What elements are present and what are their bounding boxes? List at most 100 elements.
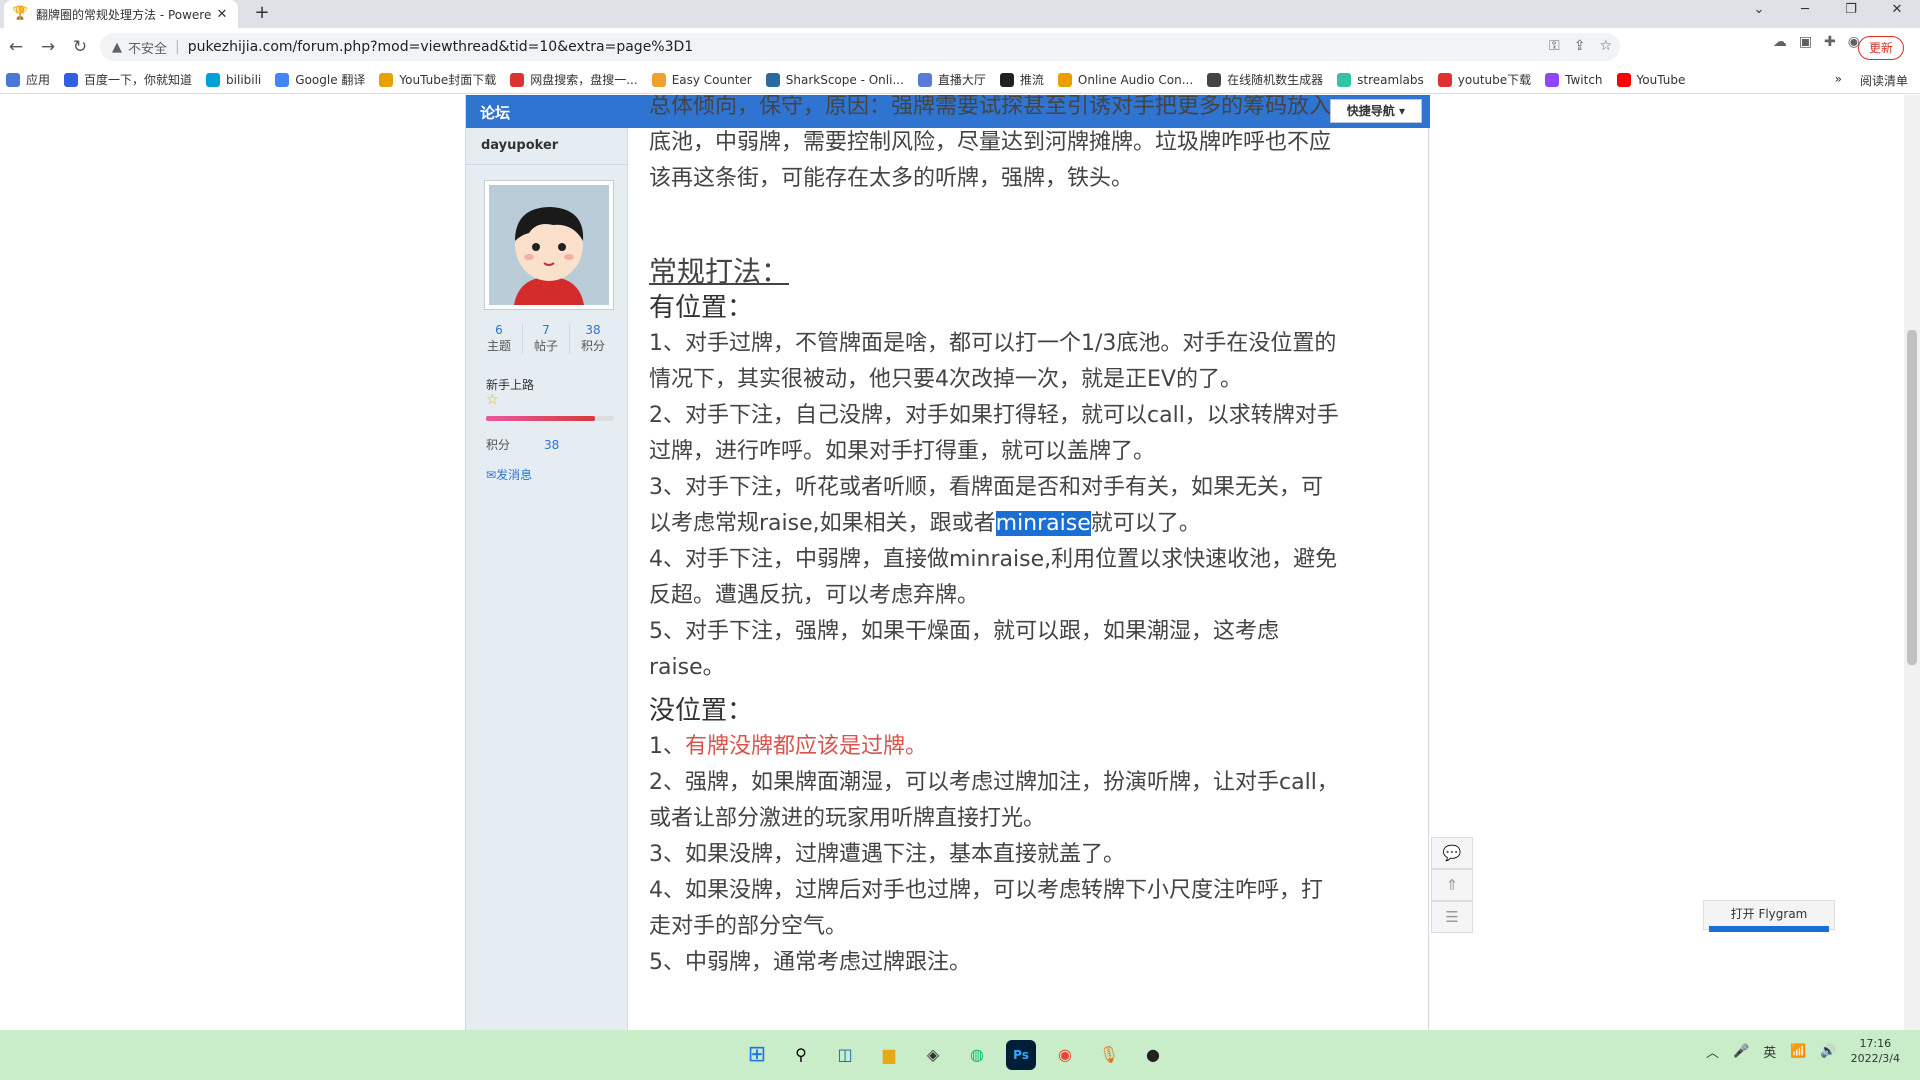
more-bookmarks-button[interactable]: » [1835, 72, 1842, 89]
clock[interactable]: 17:16 2022/3/4 [1851, 1036, 1900, 1066]
bookmark-item[interactable]: youtube下载 [1437, 71, 1532, 88]
page-scrollbar[interactable] [1904, 95, 1920, 1030]
subsection-heading: 没位置： [649, 696, 754, 726]
post-line: 2、强牌，如果牌面潮湿，可以考虑过牌加注，扮演听牌，让对手call， [649, 770, 1339, 795]
bookmark-item[interactable]: Easy Counter [651, 72, 752, 87]
send-message-label: 发消息 [496, 468, 533, 482]
reading-list-button[interactable]: 阅读清单 [1860, 72, 1908, 89]
bookmark-favicon-icon [1337, 72, 1352, 87]
selected-text[interactable]: minraise [995, 511, 1091, 536]
chevron-up-icon[interactable]: ︿ [1706, 1042, 1719, 1061]
post-line: 2、对手下注，自己没牌，对手如果打得轻，就可以call，以求转牌对手 [649, 403, 1339, 428]
photoshop-icon[interactable]: Ps [1006, 1040, 1036, 1070]
bookmark-favicon-icon [1057, 72, 1072, 87]
close-window-button[interactable]: ✕ [1874, 0, 1920, 28]
volume-icon[interactable]: 🔊 [1820, 1044, 1836, 1059]
trophy-icon: 🏆 [12, 6, 29, 21]
bookmark-label: streamlabs [1357, 72, 1424, 87]
avatar[interactable] [484, 180, 614, 310]
section-heading: 常规打法： [649, 255, 790, 288]
minimize-button[interactable]: ─ [1782, 0, 1828, 28]
close-tab-icon[interactable]: ✕ [214, 7, 230, 22]
bookmark-item[interactable]: SharkScope - Onli... [765, 72, 904, 87]
user-rank[interactable]: 新手上路 [486, 376, 534, 393]
text-span: 就可以了。 [1090, 511, 1201, 536]
bookmark-star-icon[interactable]: ☆ [1599, 38, 1612, 54]
key-icon[interactable]: ⚿ [1549, 38, 1560, 54]
bookmark-item[interactable]: YouTube封面下载 [379, 71, 496, 88]
insecure-label: 不安全 [128, 41, 168, 57]
browser-tab[interactable]: 🏆 翻牌圈的常规处理方法 - Powere ✕ [4, 0, 238, 28]
puzzle-icon[interactable]: ✚ [1824, 34, 1836, 50]
tab-search-icon[interactable]: ⌄ [1736, 0, 1782, 28]
task-view-icon[interactable]: ◫ [830, 1040, 860, 1070]
new-tab-button[interactable]: + [250, 2, 274, 26]
forward-button[interactable]: → [32, 31, 64, 63]
ime-indicator[interactable]: 英 [1763, 1042, 1776, 1061]
stat-points[interactable]: 38 积分 [570, 323, 616, 354]
cloud-extension-icon[interactable]: ☁ [1773, 34, 1787, 50]
bookmark-label: YouTube封面下载 [399, 73, 497, 87]
update-button[interactable]: 更新 [1857, 36, 1904, 60]
tab-title: 翻牌圈的常规处理方法 - Powere [36, 7, 212, 22]
app-icon[interactable]: ◈ [918, 1040, 948, 1070]
bookmark-item[interactable]: 直播大厅 [917, 71, 986, 88]
clock-date: 2022/3/4 [1850, 1052, 1900, 1065]
windows-start-icon[interactable]: ⊞ [742, 1040, 772, 1070]
bookmark-label: youtube下载 [1457, 73, 1532, 87]
reload-button[interactable]: ↻ [64, 31, 96, 63]
bookmark-item[interactable]: Online Audio Con... [1057, 72, 1193, 87]
username[interactable]: dayupoker [481, 138, 558, 153]
bookmark-item[interactable]: streamlabs [1337, 72, 1424, 87]
bookmark-item[interactable]: bilibili [206, 72, 262, 87]
wechat-icon[interactable]: ◍ [962, 1040, 992, 1070]
send-message-link[interactable]: ✉发消息 [486, 466, 532, 483]
share-icon[interactable]: ⇪ [1574, 38, 1586, 54]
reply-icon[interactable]: 💬 [1431, 837, 1473, 869]
bookmark-label: Google 翻译 [295, 73, 366, 87]
obs-icon[interactable]: ● [1138, 1040, 1168, 1070]
forum-logo[interactable]: 论坛 [480, 102, 510, 123]
bookmark-label: 百度一下，你就知道 [84, 73, 193, 87]
text-span: 1、 [649, 734, 685, 759]
bookmark-item[interactable]: Twitch [1545, 72, 1603, 87]
back-to-top-icon[interactable]: ⇑ [1431, 869, 1473, 901]
clock-time: 17:16 [1859, 1037, 1892, 1050]
bookmark-item[interactable]: Google 翻译 [275, 71, 365, 88]
scroll-thumb[interactable] [1907, 330, 1917, 665]
divider [466, 164, 628, 165]
post-line: 4、对手下注，中弱牌，直接做minraise,利用位置以求快速收池，避免 [649, 547, 1338, 572]
flygram-button-bar[interactable] [1709, 926, 1829, 932]
bookmark-item[interactable]: 推流 [999, 71, 1044, 88]
new-extension-icon[interactable]: ▣ [1799, 34, 1812, 50]
post-line: 过牌，进行咋呼。如果对手打得重，就可以盖牌了。 [649, 439, 1156, 464]
list-icon[interactable]: ☰ [1431, 901, 1473, 933]
bookmark-item[interactable]: 百度一下，你就知道 [64, 71, 192, 88]
bookmark-item[interactable]: 应用 [6, 71, 50, 88]
text-span: 以考虑常规raise,如果相关，跟或者 [649, 511, 996, 536]
microphone-app-icon[interactable]: 🎙 [1094, 1040, 1124, 1070]
stat-num: 7 [542, 323, 550, 337]
bookmark-item[interactable]: 在线随机数生成器 [1207, 71, 1323, 88]
file-explorer-icon[interactable]: ▆ [874, 1040, 904, 1070]
bookmark-label: 网盘搜索，盘搜一... [530, 73, 638, 87]
search-icon[interactable]: ⚲ [786, 1040, 816, 1070]
bookmark-label: SharkScope - Onli... [785, 72, 904, 87]
back-button[interactable]: ← [0, 31, 32, 63]
wifi-icon[interactable]: 📶 [1790, 1044, 1806, 1059]
stat-posts[interactable]: 7 帖子 [523, 323, 570, 354]
url-input[interactable]: ▲ 不安全 | pukezhijia.com/forum.php?mod=vie… [100, 33, 1620, 61]
stat-label: 主题 [486, 339, 511, 353]
microphone-icon[interactable]: 🎤 [1733, 1044, 1749, 1059]
bookmark-favicon-icon [64, 72, 79, 87]
bookmark-item[interactable]: 网盘搜索，盘搜一... [510, 71, 638, 88]
floating-buttons: 💬 ⇑ ☰ [1431, 837, 1473, 933]
mail-icon: ✉ [486, 468, 497, 482]
stat-topics[interactable]: 6 主题 [476, 323, 523, 354]
bookmark-favicon-icon [765, 72, 780, 87]
chrome-icon[interactable]: ◉ [1050, 1040, 1080, 1070]
bookmark-favicon-icon [206, 72, 221, 87]
bookmark-item[interactable]: YouTube [1616, 72, 1685, 87]
bookmark-label: bilibili [226, 72, 262, 87]
restore-button[interactable]: ❐ [1828, 0, 1874, 28]
